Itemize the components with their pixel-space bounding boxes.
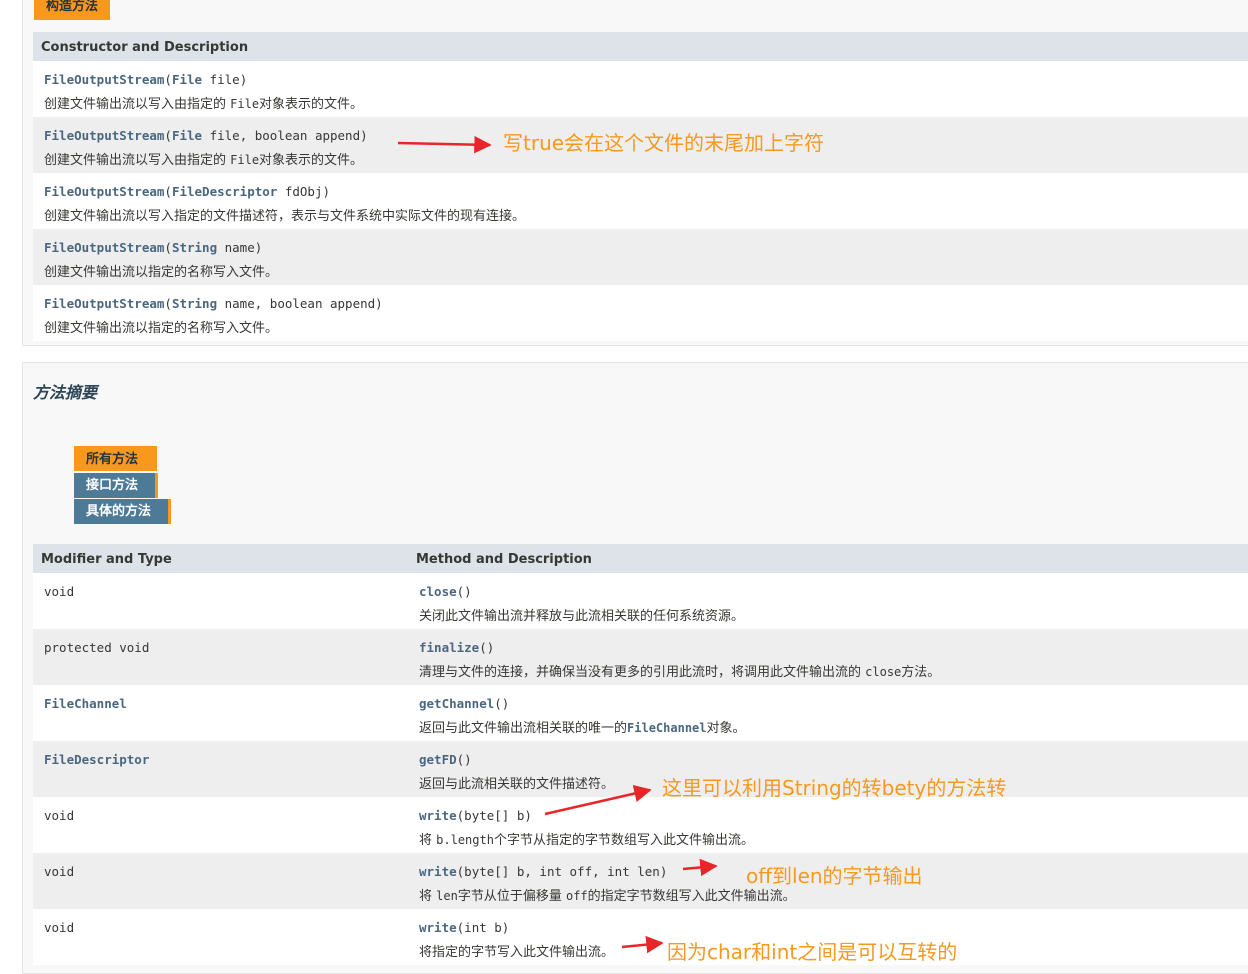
annotation-append: 写true会在这个文件的末尾加上字符: [503, 131, 825, 155]
annotation-offlen: off到len的字节输出: [746, 864, 923, 888]
arrow-bytes: [544, 784, 652, 816]
annotation-int: 因为char和int之间是可以互转的: [667, 940, 958, 964]
arrow-int: [621, 935, 664, 954]
annotation-bytes: 这里可以利用String的转bety的方法转: [662, 776, 1007, 800]
arrow-offlen: [682, 858, 718, 877]
arrow-append: [397, 135, 492, 154]
